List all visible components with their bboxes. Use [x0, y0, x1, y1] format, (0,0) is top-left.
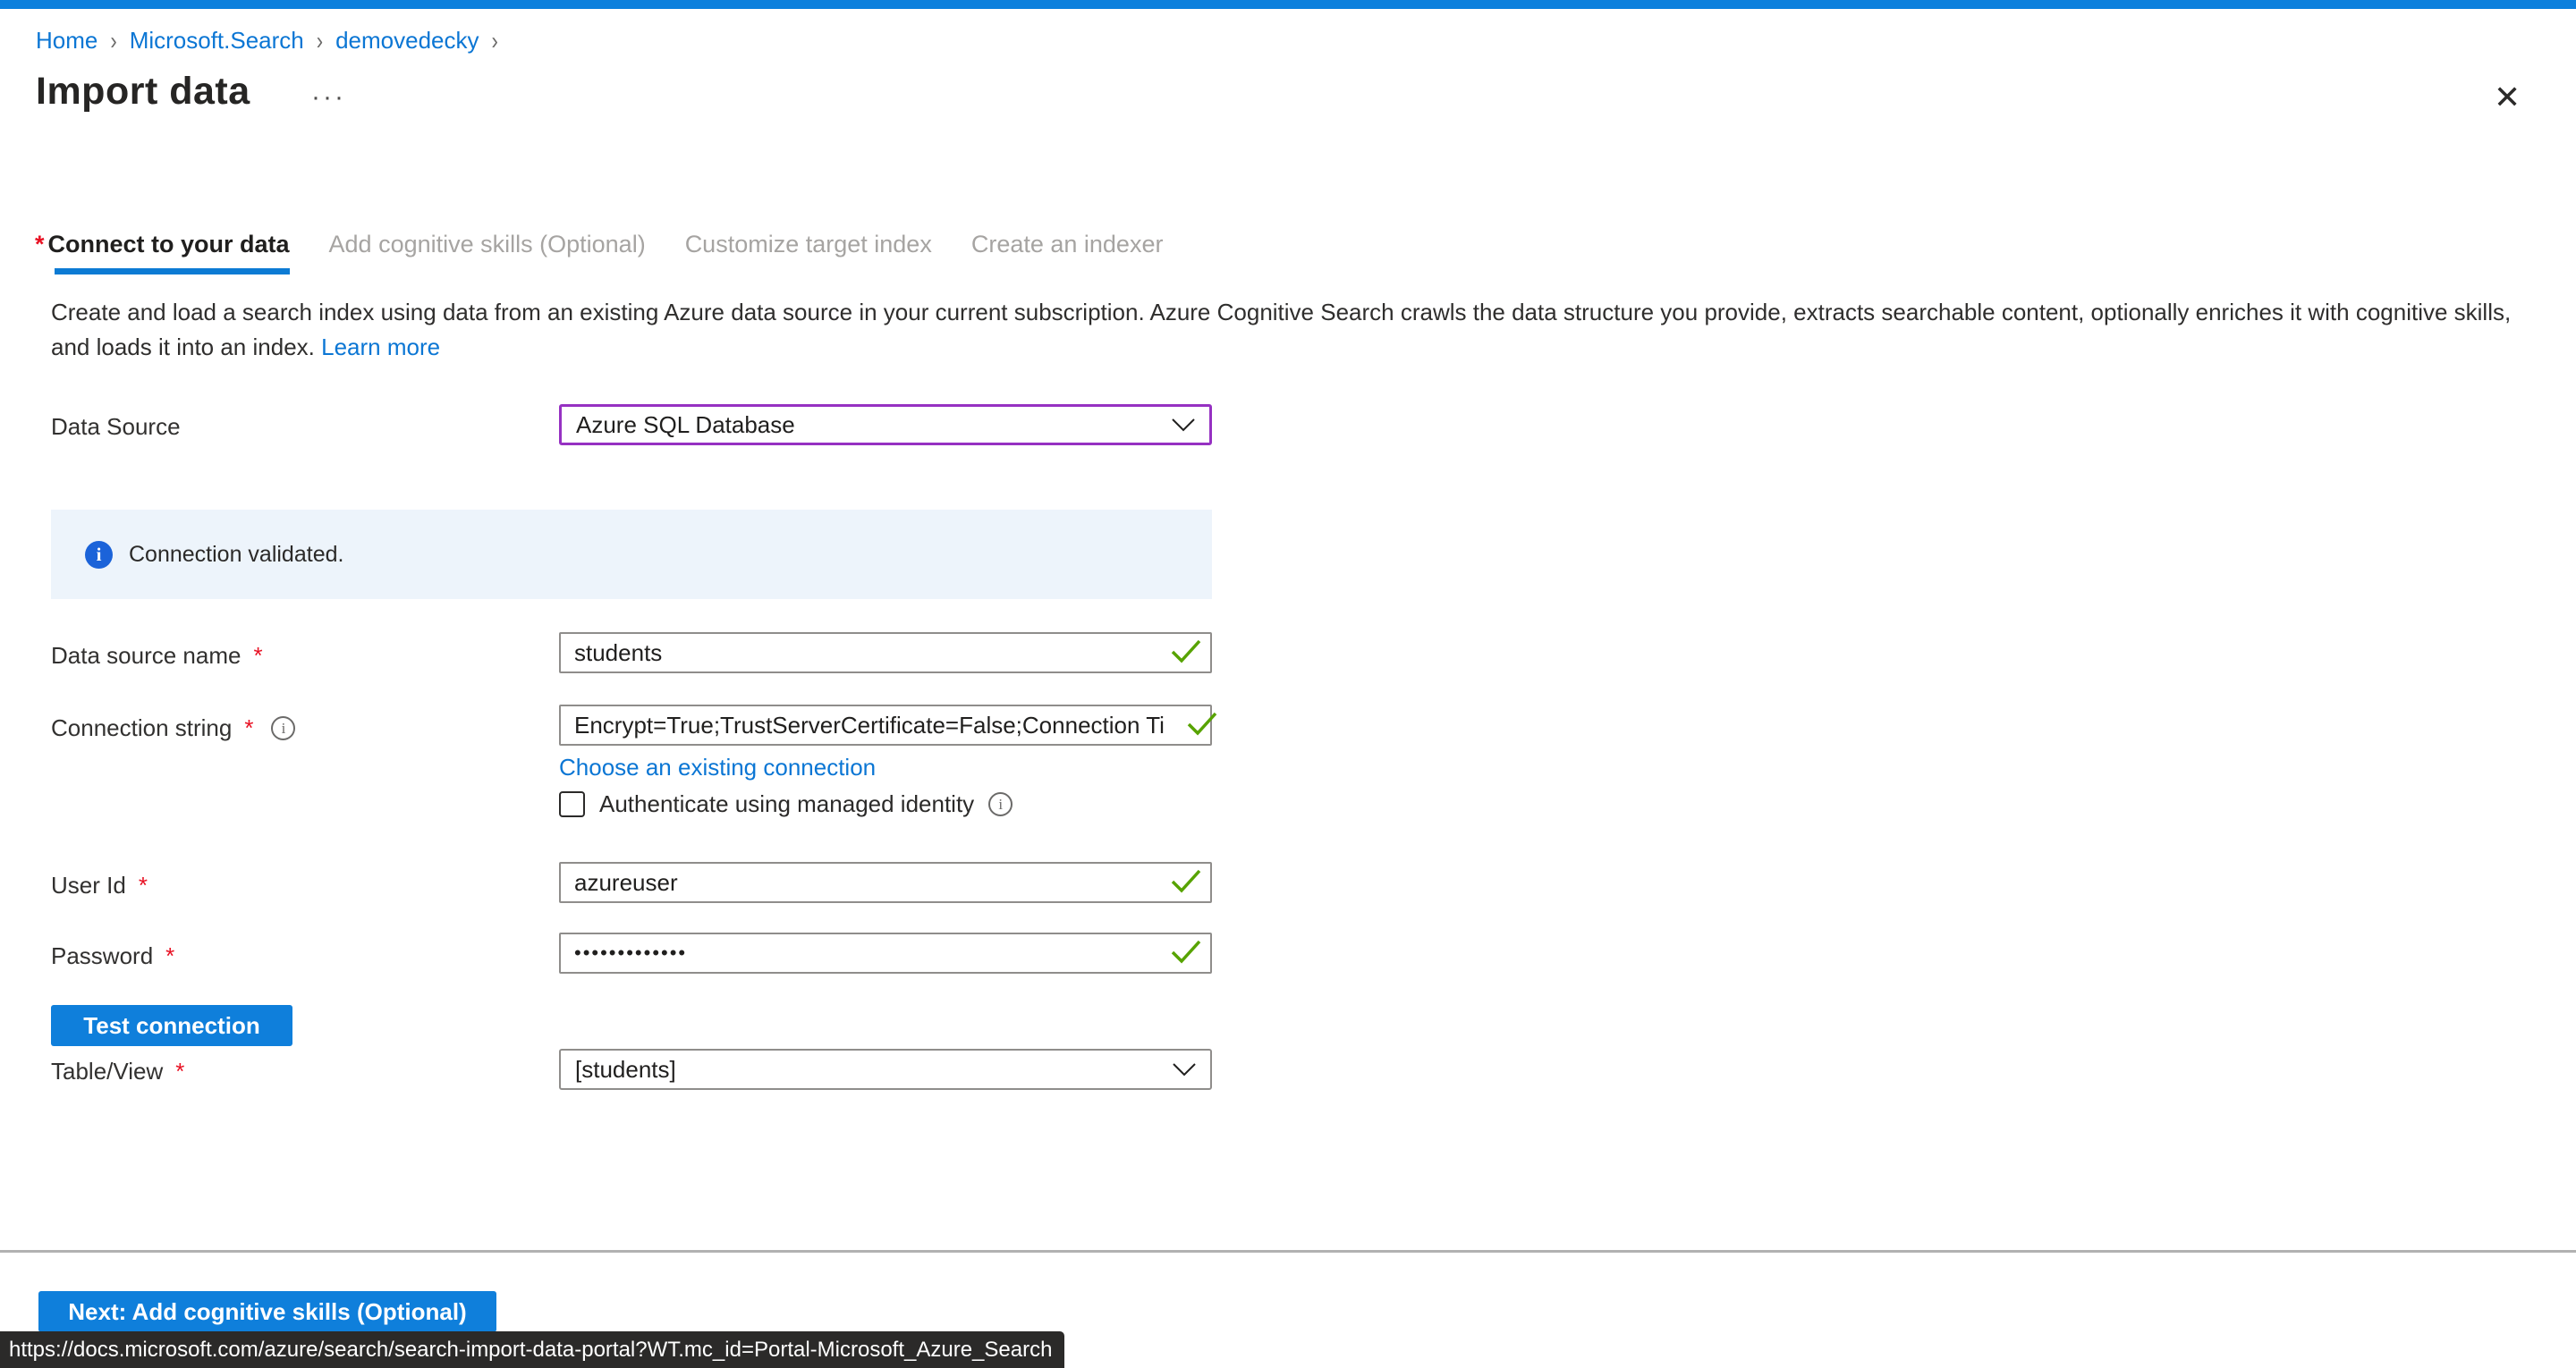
valid-check-icon: [1171, 638, 1201, 663]
connection-validated-banner: i Connection validated.: [51, 510, 1212, 599]
managed-identity-checkbox[interactable]: [559, 791, 585, 817]
password-fieldwrap: [559, 933, 1212, 974]
info-filled-icon: i: [85, 541, 113, 569]
link-preview-status-bar: https://docs.microsoft.com/azure/search/…: [0, 1331, 1064, 1368]
portal-top-bar: [0, 0, 2576, 9]
required-asterisk: *: [244, 714, 253, 742]
managed-identity-row: Authenticate using managed identity i: [559, 790, 1013, 818]
password-label: Password *: [51, 942, 174, 970]
valid-check-icon: [1171, 939, 1201, 964]
test-connection-button[interactable]: Test connection: [51, 1005, 292, 1046]
data-source-dropdown[interactable]: Azure SQL Database: [559, 404, 1212, 445]
required-asterisk: *: [139, 872, 148, 899]
data-source-name-fieldwrap: [559, 632, 1212, 673]
wizard-tabs: *Connect to your data Add cognitive skil…: [35, 231, 1163, 258]
valid-check-icon: [1171, 868, 1201, 893]
tab-label: Connect to your data: [48, 231, 290, 258]
dropdown-value: Azure SQL Database: [576, 411, 795, 439]
more-options-icon[interactable]: ···: [311, 82, 346, 113]
choose-existing-connection-link[interactable]: Choose an existing connection: [559, 754, 876, 781]
tab-add-cognitive-skills[interactable]: Add cognitive skills (Optional): [329, 231, 646, 258]
label-text: Data Source: [51, 413, 181, 441]
data-source-name-input[interactable]: [559, 632, 1212, 673]
info-icon[interactable]: i: [988, 792, 1013, 816]
user-id-fieldwrap: [559, 862, 1212, 903]
table-view-dropdown[interactable]: [students]: [559, 1049, 1212, 1090]
required-asterisk: *: [165, 942, 174, 970]
user-id-label: User Id *: [51, 872, 148, 899]
import-data-page: Home › Microsoft.Search › demovedecky › …: [0, 0, 2576, 1368]
connection-string-label: Connection string * i: [51, 714, 295, 742]
banner-text: Connection validated.: [129, 542, 343, 568]
label-text: Table/View: [51, 1058, 163, 1085]
breadcrumb: Home › Microsoft.Search › demovedecky ›: [36, 27, 498, 55]
breadcrumb-home[interactable]: Home: [36, 27, 97, 55]
chevron-down-icon: [1172, 418, 1195, 432]
required-asterisk: *: [175, 1058, 184, 1085]
password-input[interactable]: [559, 933, 1212, 974]
info-icon[interactable]: i: [271, 716, 295, 740]
dropdown-value: [students]: [575, 1056, 676, 1084]
required-asterisk: *: [253, 642, 262, 670]
label-text: User Id: [51, 872, 126, 899]
breadcrumb-microsoft-search[interactable]: Microsoft.Search: [130, 27, 304, 55]
label-text: Password: [51, 942, 153, 970]
valid-check-icon: [1187, 711, 1217, 736]
user-id-input[interactable]: [559, 862, 1212, 903]
breadcrumb-separator-icon: ›: [110, 26, 116, 55]
managed-identity-label: Authenticate using managed identity: [599, 790, 974, 818]
active-tab-underline: [55, 268, 290, 274]
tab-connect-to-your-data[interactable]: *Connect to your data: [35, 231, 290, 258]
tab-customize-target-index[interactable]: Customize target index: [685, 231, 932, 258]
data-source-name-label: Data source name *: [51, 642, 263, 670]
chevron-down-icon: [1173, 1063, 1196, 1077]
breadcrumb-separator-icon: ›: [317, 26, 323, 55]
connection-string-input[interactable]: [559, 705, 1212, 746]
breadcrumb-separator-icon: ›: [492, 26, 498, 55]
learn-more-link[interactable]: Learn more: [321, 334, 440, 360]
connection-string-fieldwrap: [559, 705, 1212, 746]
footer-divider: [0, 1250, 2576, 1253]
page-title: Import data: [36, 70, 250, 114]
tab-create-an-indexer[interactable]: Create an indexer: [971, 231, 1164, 258]
next-add-cognitive-skills-button[interactable]: Next: Add cognitive skills (Optional): [38, 1291, 496, 1332]
breadcrumb-demovedecky[interactable]: demovedecky: [335, 27, 479, 55]
required-asterisk: *: [35, 231, 45, 258]
page-description: Create and load a search index using dat…: [51, 295, 2546, 365]
table-view-label: Table/View *: [51, 1058, 184, 1085]
data-source-label: Data Source: [51, 413, 181, 441]
close-icon[interactable]: ✕: [2494, 79, 2521, 116]
label-text: Data source name: [51, 642, 241, 670]
label-text: Connection string: [51, 714, 232, 742]
